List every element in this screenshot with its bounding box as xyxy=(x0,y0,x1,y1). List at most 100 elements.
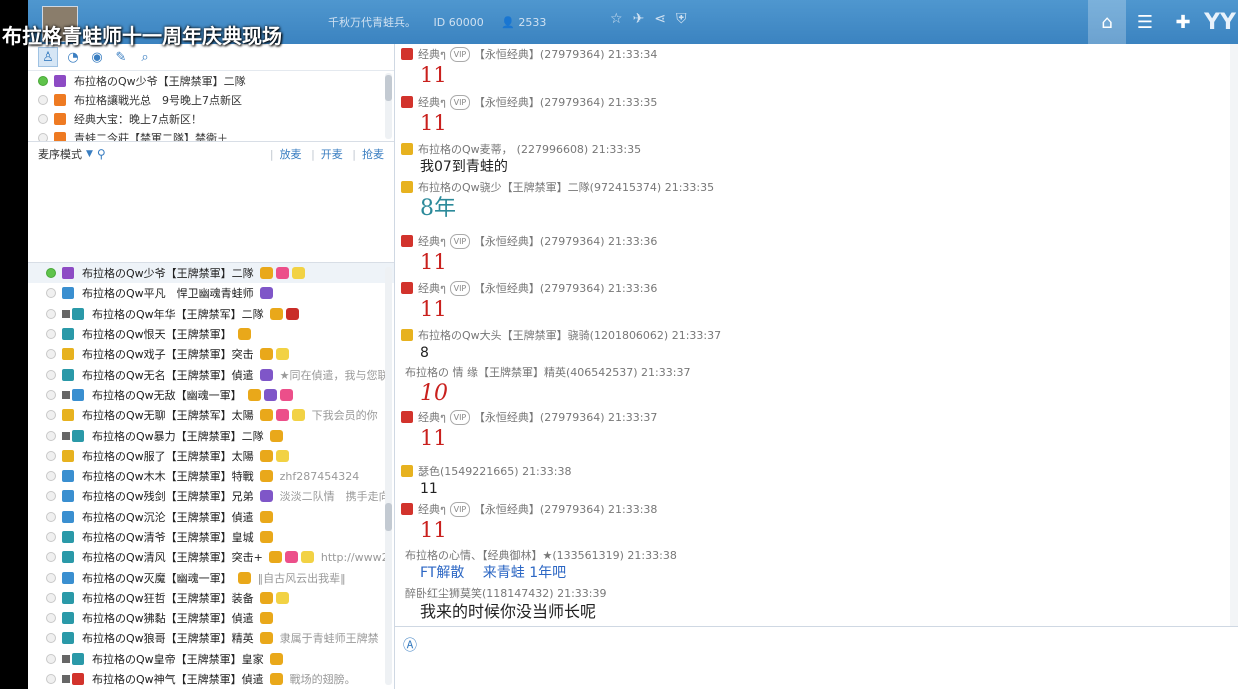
user-row[interactable]: 布拉格のQw平凡 悍卫幽魂青蛙师 xyxy=(28,283,394,303)
user-row[interactable]: 布拉格のQw木木【王牌禁軍】特戰 zhf287454324 xyxy=(28,466,394,486)
user-row[interactable]: 布拉格のQw灭魔【幽魂一軍】 ‖自古风云出我辈‖ xyxy=(28,567,394,587)
chevron-down-icon[interactable]: ▼ xyxy=(86,149,93,159)
chat-message: 布拉格の 情 缘【王牌禁軍】精英(406542537) 21:33:37 10 xyxy=(395,364,1225,408)
message-header: 布拉格の 情 缘【王牌禁軍】精英(406542537) 21:33:37 xyxy=(395,364,1225,380)
font-settings-icon[interactable]: Ⓐ xyxy=(403,635,421,654)
user-row[interactable]: 布拉格のQw狒黏【王牌禁軍】偵遣 xyxy=(28,608,394,628)
mic-mode-label[interactable]: 麦序模式 xyxy=(38,146,82,162)
role-icon xyxy=(72,429,84,442)
user-signature: ‖自古风云出我辈‖ xyxy=(257,571,346,585)
user-row[interactable]: 布拉格のQw恨天【王牌禁軍】 xyxy=(28,324,394,344)
user-row[interactable]: 布拉格のQw神气【王牌禁軍】偵遣 戰场的翅膀。 xyxy=(28,669,394,688)
sender-name[interactable]: 经典ๆ xyxy=(418,408,446,426)
user-icon[interactable]: ♙ xyxy=(38,47,58,67)
sender-name[interactable]: 布拉格のQw骁少【王牌禁軍】二隊(972415374) 21:33:35 xyxy=(418,179,714,195)
message-text: 8年 xyxy=(420,196,456,221)
crown-badge-icon xyxy=(269,307,283,320)
notice-item[interactable]: 青蛙二今莊【禁軍二隊】禁衛＋ xyxy=(28,128,394,141)
purple-badge-icon xyxy=(259,368,273,381)
crown-badge-icon xyxy=(269,652,283,665)
user-row[interactable]: 布拉格のQw少爷【王牌禁軍】二隊 xyxy=(28,263,394,284)
user-name: 布拉格のQw灭魔【幽魂一軍】 xyxy=(82,571,232,585)
notice-scroll-thumb[interactable] xyxy=(385,75,392,101)
sender-name[interactable]: 经典ๆ xyxy=(418,232,446,250)
star-icon[interactable]: ☆ xyxy=(610,11,623,27)
crown-badge-icon xyxy=(259,591,273,604)
user-row[interactable]: 布拉格のQw无聊【王牌禁军】太陽 下我会员的你 xyxy=(28,405,394,425)
user-signature: 隶属于青蛙师王牌禁 xyxy=(279,632,379,646)
crown-badge-icon xyxy=(259,632,273,645)
status-dot xyxy=(46,268,56,279)
mic-queue-area xyxy=(28,166,394,263)
sender-name[interactable]: 经典ๆ xyxy=(418,279,446,297)
role-icon xyxy=(62,409,74,422)
user-row[interactable]: 布拉格のQw清爷【王牌禁軍】皇城 xyxy=(28,527,394,547)
yellow-badge-icon xyxy=(275,449,289,462)
share-icon[interactable]: ⋖ xyxy=(654,11,666,27)
release-mic-link[interactable]: 放麦 xyxy=(280,148,302,161)
sender-name[interactable]: 经典ๆ xyxy=(418,93,446,111)
user-row[interactable]: 布拉格のQw清风【王牌禁軍】突击+ http://www2 xyxy=(28,547,394,567)
vip-badge-icon: VIP xyxy=(449,280,470,296)
user-list-scroll-thumb[interactable] xyxy=(385,503,392,531)
user-row[interactable]: 布拉格のQw无名【王牌禁軍】偵遣 ★同在偵遣，我与您联 xyxy=(28,364,394,384)
search-icon[interactable]: ⌕ xyxy=(136,48,154,66)
notice-text: 布拉格讓戦光总 9号晚上7点新区 xyxy=(74,93,242,107)
notice-text: 经典大宝：晚上7点新区！ xyxy=(74,112,202,126)
notice-item[interactable]: 布拉格のQw少爷【王牌禁軍】二隊 xyxy=(28,71,394,90)
sender-tag: 【永恒经典】(27979364) 21:33:35 xyxy=(473,96,658,109)
user-row[interactable]: 布拉格のQw年华【王牌禁军】二隊 xyxy=(28,304,394,324)
pink-badge-icon xyxy=(275,267,289,280)
user-list-scrollbar[interactable] xyxy=(385,267,392,685)
sender-name[interactable]: 经典ๆ xyxy=(418,45,446,63)
user-row[interactable]: 布拉格のQw戏子【王牌禁軍】突击 xyxy=(28,344,394,364)
sender-name[interactable]: 布拉格のQw大头【王牌禁軍】骁骑(1201806062) 21:33:37 xyxy=(418,327,721,343)
list-icon[interactable]: ☰ xyxy=(1126,0,1164,44)
notice-scrollbar[interactable] xyxy=(385,73,392,139)
role-icon xyxy=(72,388,84,401)
user-name: 布拉格のQw无名【王牌禁軍】偵遣 xyxy=(82,368,254,382)
notice-item[interactable]: 经典大宝：晚上7点新区！ xyxy=(28,109,394,128)
chat-bubble-icon[interactable]: ◔ xyxy=(64,48,82,66)
location-icon[interactable]: ◉ xyxy=(88,48,106,66)
user-row[interactable]: 布拉格のQw狼哥【王牌禁軍】精英 隶属于青蛙师王牌禁 xyxy=(28,628,394,648)
role-icon xyxy=(62,490,74,503)
open-mic-link[interactable]: 开麦 xyxy=(321,148,343,161)
user-signature: ★同在偵遣，我与您联 xyxy=(279,368,389,382)
home-icon[interactable]: ⌂ xyxy=(1088,0,1126,44)
user-row[interactable]: 布拉格のQw皇帝【王牌禁軍】皇家 xyxy=(28,649,394,669)
chat-scrollbar[interactable] xyxy=(1230,44,1238,626)
user-row[interactable]: 布拉格のQw狂哲【王牌禁軍】装备 xyxy=(28,588,394,608)
vip-badge-icon: VIP xyxy=(449,409,470,425)
sender-name[interactable]: 经典ๆ xyxy=(418,500,446,518)
user-row[interactable]: 布拉格のQw服了【王牌禁軍】太陽 xyxy=(28,446,394,466)
message-header: 布拉格のQw大头【王牌禁軍】骁骑(1201806062) 21:33:37 xyxy=(395,327,1225,343)
gamepad-icon[interactable]: ✚ xyxy=(1164,0,1202,44)
chat-message: 经典ๆ VIP 【永恒经典】(27979364) 21:33:35 11 xyxy=(395,94,1225,136)
shield-icon[interactable]: ⛨ xyxy=(676,11,687,27)
user-row[interactable]: 布拉格のQw暴力【王牌禁軍】二隊 xyxy=(28,425,394,445)
rank-gift-icon xyxy=(401,329,413,341)
edit-icon[interactable]: ✎ xyxy=(112,48,130,66)
sender-name[interactable]: 布拉格の 情 缘【王牌禁軍】精英(406542537) 21:33:37 xyxy=(405,364,690,380)
video-overlay-title: 布拉格青蛙师十一周年庆典现场 xyxy=(2,24,282,48)
user-row[interactable]: 布拉格のQw无敌【幽魂一軍】 xyxy=(28,385,394,405)
sender-name[interactable]: 布拉格の心情、【经典御林】★(133561319) 21:33:38 xyxy=(405,547,677,563)
user-row[interactable]: 布拉格のQw沉沦【王牌禁軍】偵遣 xyxy=(28,507,394,527)
sender-name[interactable]: 醉卧红尘狮莫笑(118147432) 21:33:39 xyxy=(405,585,606,601)
sender-name[interactable]: 布拉格のQw麦蒂， xyxy=(418,141,513,157)
role-icon xyxy=(62,348,74,361)
plane-icon[interactable]: ✈ xyxy=(633,11,645,27)
role-icon xyxy=(62,612,74,625)
status-dot xyxy=(46,491,56,502)
user-row[interactable]: 布拉格のQw残剑【王牌禁軍】兄弟 淡淡二队情 携手走向 xyxy=(28,486,394,506)
sender-name[interactable]: 瑟色(1549221665) 21:33:38 xyxy=(418,463,571,479)
notice-item[interactable]: 布拉格讓戦光总 9号晚上7点新区 xyxy=(28,90,394,109)
microphone-icon[interactable]: ⚲ xyxy=(97,147,106,161)
user-name: 布拉格のQw皇帝【王牌禁軍】皇家 xyxy=(92,652,264,666)
chat-input-area[interactable]: Ⓐ xyxy=(395,626,1238,690)
channel-meta: 千秋万代青蛙兵。 ID 60000 👤 2533 xyxy=(328,14,574,30)
chat-message: 经典ๆ VIP 【永恒经典】(27979364) 21:33:36 11 xyxy=(395,280,1225,322)
grab-mic-link[interactable]: 抢麦 xyxy=(362,148,384,161)
status-dot xyxy=(46,308,56,319)
